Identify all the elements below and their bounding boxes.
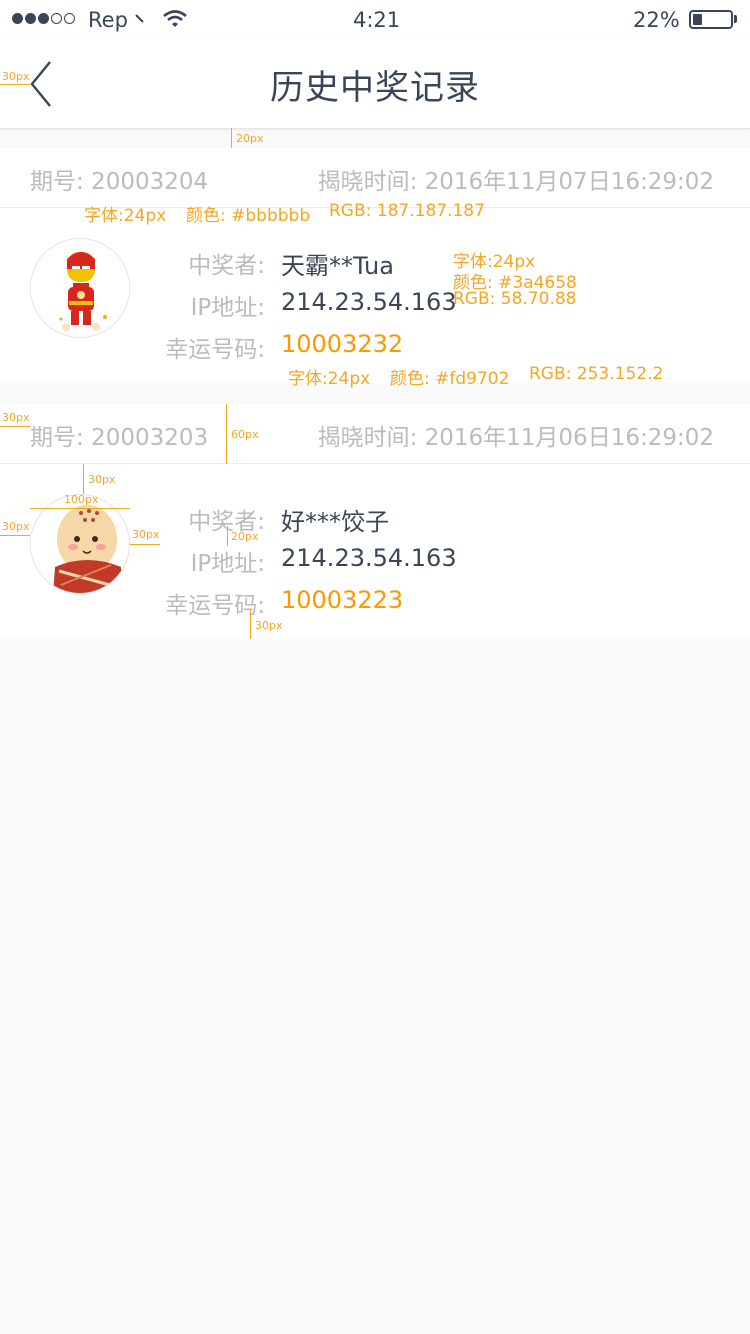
- spec-dimension-label: 20px: [231, 530, 259, 543]
- spec-dimension-label: 20px: [236, 132, 264, 145]
- issue-number: 期号: 20003203: [30, 425, 209, 451]
- spec-dimension-label: 60px: [231, 428, 259, 441]
- reveal-time: 揭晓时间: 2016年11月07日16:29:02: [317, 169, 714, 195]
- winner-name: 天霸**Tua: [281, 252, 394, 280]
- page-title: 历史中奖记录: [270, 68, 480, 108]
- lucky-number-label: 幸运号码:: [165, 337, 265, 363]
- lucky-number-label: 幸运号码:: [165, 593, 265, 619]
- spec-font-note: 字体:24px: [84, 206, 167, 226]
- wifi-icon: [163, 10, 187, 27]
- spec-color-note: 颜色: #bbbbbb: [186, 206, 311, 226]
- spec-rgb-note: RGB: 253.152.2: [529, 364, 664, 384]
- loading-indicator-icon: [135, 14, 144, 23]
- spec-rgb-note: RGB: 58.70.88: [453, 289, 577, 309]
- spec-dimension-line: [227, 526, 228, 546]
- spec-dimension-label: 100px: [64, 493, 99, 506]
- spec-dimension-label: 30px: [2, 411, 30, 424]
- spec-color-note: 颜色: #fd9702: [390, 369, 510, 389]
- ip-address: 214.23.54.163: [281, 544, 457, 572]
- spec-dimension-line: [0, 84, 30, 85]
- status-bar: Rep 4:21 22%: [0, 0, 750, 40]
- spec-dimension-label: 30px: [88, 473, 116, 486]
- spec-dimension-line: [0, 535, 30, 536]
- signal-strength-icon: [12, 13, 75, 24]
- spec-rgb-note: RGB: 187.187.187: [329, 201, 485, 221]
- carrier-name: Rep: [88, 8, 128, 32]
- spec-dimension-label: 30px: [255, 619, 283, 632]
- record-card[interactable]: 中奖者: 天霸**Tua IP地址: 214.23.54.163 幸运号码: 1…: [0, 208, 750, 383]
- spec-font-note: 字体:24px: [288, 369, 371, 389]
- winner-name: 好***饺子: [281, 508, 389, 536]
- ip-label: IP地址:: [190, 551, 265, 577]
- spec-dimension-line: [0, 426, 30, 427]
- battery-percent: 22%: [633, 8, 680, 32]
- navigation-bar: 历史中奖记录: [0, 40, 750, 129]
- ip-label: IP地址:: [190, 295, 265, 321]
- spec-dimension-line: [130, 544, 160, 545]
- winner-avatar[interactable]: [30, 494, 130, 594]
- reveal-time: 揭晓时间: 2016年11月06日16:29:02: [317, 425, 714, 451]
- issue-number: 期号: 20003204: [30, 169, 209, 195]
- battery-icon: [689, 10, 733, 29]
- spec-dimension-line: [231, 128, 232, 148]
- iron-man-avatar-icon: [59, 252, 107, 331]
- winner-label: 中奖者:: [188, 253, 265, 279]
- battery-tip: [734, 15, 737, 23]
- record-card[interactable]: 中奖者: 好***饺子 IP地址: 214.23.54.163 幸运号码: 10…: [0, 464, 750, 639]
- status-time: 4:21: [353, 8, 401, 32]
- spec-dimension-line: [83, 464, 84, 494]
- monk-avatar-icon: [53, 505, 123, 593]
- winner-avatar[interactable]: [30, 238, 130, 338]
- spec-dimension-line: [250, 609, 251, 639]
- record-header: 期号: 20003204 揭晓时间: 2016年11月07日16:29:02: [0, 148, 750, 208]
- spec-dimension-label: 30px: [2, 520, 30, 533]
- record-header: 期号: 20003203 揭晓时间: 2016年11月06日16:29:02: [0, 404, 750, 464]
- lucky-number: 10003232: [281, 330, 404, 358]
- ip-address: 214.23.54.163: [281, 288, 457, 316]
- spec-dimension-line: [30, 508, 130, 509]
- spec-dimension-label: 30px: [132, 528, 160, 541]
- lucky-number: 10003223: [281, 586, 404, 614]
- spec-dimension-label: 30px: [2, 70, 30, 83]
- spec-dimension-line: [226, 404, 227, 464]
